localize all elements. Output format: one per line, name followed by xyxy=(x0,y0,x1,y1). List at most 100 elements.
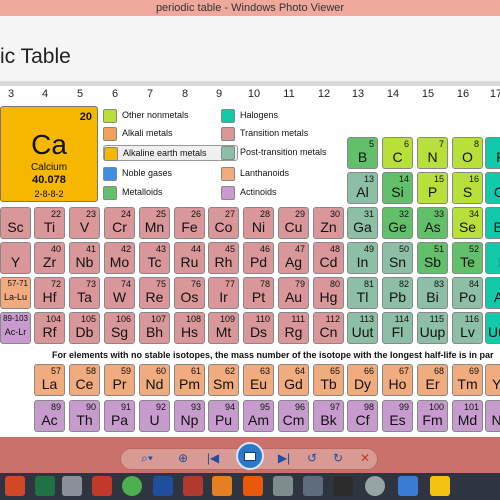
element-tm[interactable]: 69 Tm xyxy=(452,364,483,396)
element-gd[interactable]: 64 Gd xyxy=(278,364,309,396)
element-bi[interactable]: 83 Bi xyxy=(417,277,448,309)
element-cn[interactable]: 112 Cn xyxy=(313,312,344,344)
people-icon[interactable] xyxy=(303,476,323,496)
element-zn[interactable]: 30 Zn xyxy=(313,207,344,239)
element-y[interactable]: Y xyxy=(0,242,31,274)
selected-element-card[interactable]: 20 Ca Calcium 40.078 2-8-8-2 xyxy=(0,106,98,202)
element-mt[interactable]: 109 Mt xyxy=(208,312,239,344)
element-uut[interactable]: 113 Uut xyxy=(347,312,378,344)
element-au[interactable]: 79 Au xyxy=(278,277,309,309)
element-cu[interactable]: 29 Cu xyxy=(278,207,309,239)
element-o[interactable]: 8O xyxy=(452,137,483,169)
element-ga[interactable]: 31 Ga xyxy=(347,207,378,239)
element-al[interactable]: 13 Al xyxy=(347,172,378,204)
element-ac[interactable]: 89 Ac xyxy=(34,400,65,432)
element-ac-lr[interactable]: 89-103 Ac-Lr xyxy=(0,312,31,344)
legend-item[interactable]: Alkali metals xyxy=(103,126,203,142)
settings-icon[interactable] xyxy=(273,476,293,496)
element-es[interactable]: 99 Es xyxy=(382,400,413,432)
element-ni[interactable]: 28 Ni xyxy=(243,207,274,239)
element-pa[interactable]: 91 Pa xyxy=(104,400,135,432)
next-icon[interactable]: ▶| xyxy=(276,451,292,467)
element-w[interactable]: 74 W xyxy=(104,277,135,309)
element-ir[interactable]: 77 Ir xyxy=(208,277,239,309)
element-hf[interactable]: 72 Hf xyxy=(34,277,65,309)
legend-item[interactable]: Transition metals xyxy=(221,126,336,142)
element-nd[interactable]: 60 Nd xyxy=(139,364,170,396)
element-si[interactable]: 14 Si xyxy=(382,172,413,204)
element-po[interactable]: 84 Po xyxy=(452,277,483,309)
element-cl[interactable]: Cl xyxy=(485,172,500,204)
element-sc[interactable]: Sc xyxy=(0,207,31,239)
element-sm[interactable]: 62 Sm xyxy=(208,364,239,396)
zoom-icon[interactable]: ⌕▾ xyxy=(136,451,158,467)
element-rf[interactable]: 104 Rf xyxy=(34,312,65,344)
element-bh[interactable]: 107 Bh xyxy=(139,312,170,344)
element-cr[interactable]: 24 Cr xyxy=(104,207,135,239)
legend-item[interactable]: Metalloids xyxy=(103,185,203,201)
element-er[interactable]: 68 Er xyxy=(417,364,448,396)
element-se[interactable]: 34 Se xyxy=(452,207,483,239)
element-la[interactable]: 57 La xyxy=(34,364,65,396)
previous-icon[interactable]: |◀ xyxy=(205,451,221,467)
element-pd[interactable]: 46 Pd xyxy=(243,242,274,274)
element-rh[interactable]: 45 Rh xyxy=(208,242,239,274)
element-ho[interactable]: 67 Ho xyxy=(382,364,413,396)
element-s[interactable]: 16 S xyxy=(452,172,483,204)
element-pr[interactable]: 59 Pr xyxy=(104,364,135,396)
element-ge[interactable]: 32 Ge xyxy=(382,207,413,239)
element-fm[interactable]: 100 Fm xyxy=(417,400,448,432)
element-cd[interactable]: 48 Cd xyxy=(313,242,344,274)
element-sb[interactable]: 51 Sb xyxy=(417,242,448,274)
element-uup[interactable]: 115 Uup xyxy=(417,312,448,344)
home-icon[interactable] xyxy=(92,476,112,496)
element-ds[interactable]: 110 Ds xyxy=(243,312,274,344)
element-mo[interactable]: 42 Mo xyxy=(104,242,135,274)
element-pb[interactable]: 82 Pb xyxy=(382,277,413,309)
legend-item[interactable]: Actinoids xyxy=(221,185,321,201)
element-uus[interactable]: Uus xyxy=(485,312,500,344)
element-tc[interactable]: 43 Tc xyxy=(139,242,170,274)
element-in[interactable]: 49 In xyxy=(347,242,378,274)
element-ti[interactable]: 22 Ti xyxy=(34,207,65,239)
legend-item[interactable]: Alkaline earth metals xyxy=(103,145,238,161)
element-fl[interactable]: 114 Fl xyxy=(382,312,413,344)
element-cf[interactable]: 98 Cf xyxy=(347,400,378,432)
actual-size-icon[interactable]: ⊕ xyxy=(176,451,190,467)
slideshow-button[interactable] xyxy=(236,442,264,470)
element-nb[interactable]: 41 Nb xyxy=(69,242,100,274)
chrome-icon[interactable] xyxy=(122,476,142,496)
shield-icon[interactable] xyxy=(212,476,232,496)
fire-icon[interactable] xyxy=(333,476,353,496)
element-f[interactable]: F xyxy=(485,137,500,169)
element-ru[interactable]: 44 Ru xyxy=(174,242,205,274)
rotate-ccw-icon[interactable]: ↺ xyxy=(305,451,319,467)
excel-icon[interactable] xyxy=(35,476,55,496)
element-np[interactable]: 93 Np xyxy=(174,400,205,432)
element-pu[interactable]: 94 Pu xyxy=(208,400,239,432)
legend-item[interactable]: Halogens xyxy=(221,108,321,124)
element-b[interactable]: 5B xyxy=(347,137,378,169)
element-md[interactable]: 101 Md xyxy=(452,400,483,432)
element-co[interactable]: 27 Co xyxy=(208,207,239,239)
element-ta[interactable]: 73 Ta xyxy=(69,277,100,309)
element-cm[interactable]: 96 Cm xyxy=(278,400,309,432)
element-hg[interactable]: 80 Hg xyxy=(313,277,344,309)
element-p[interactable]: 15 P xyxy=(417,172,448,204)
element-th[interactable]: 90 Th xyxy=(69,400,100,432)
element-os[interactable]: 76 Os xyxy=(174,277,205,309)
element-sn[interactable]: 50 Sn xyxy=(382,242,413,274)
element-hs[interactable]: 108 Hs xyxy=(174,312,205,344)
element-ce[interactable]: 58 Ce xyxy=(69,364,100,396)
element-no[interactable]: No xyxy=(485,400,500,432)
app-icon[interactable] xyxy=(183,476,203,496)
element-i[interactable]: I xyxy=(485,242,500,274)
legend-item[interactable]: Post-transition metals xyxy=(221,145,351,161)
firefox-icon[interactable] xyxy=(243,476,263,496)
folder-icon[interactable] xyxy=(430,476,450,496)
element-am[interactable]: 95 Am xyxy=(243,400,274,432)
photo-viewer-icon[interactable] xyxy=(153,476,173,496)
rotate-cw-icon[interactable]: ↻ xyxy=(331,451,345,467)
element-re[interactable]: 75 Re xyxy=(139,277,170,309)
powerpoint-icon[interactable] xyxy=(5,476,25,496)
